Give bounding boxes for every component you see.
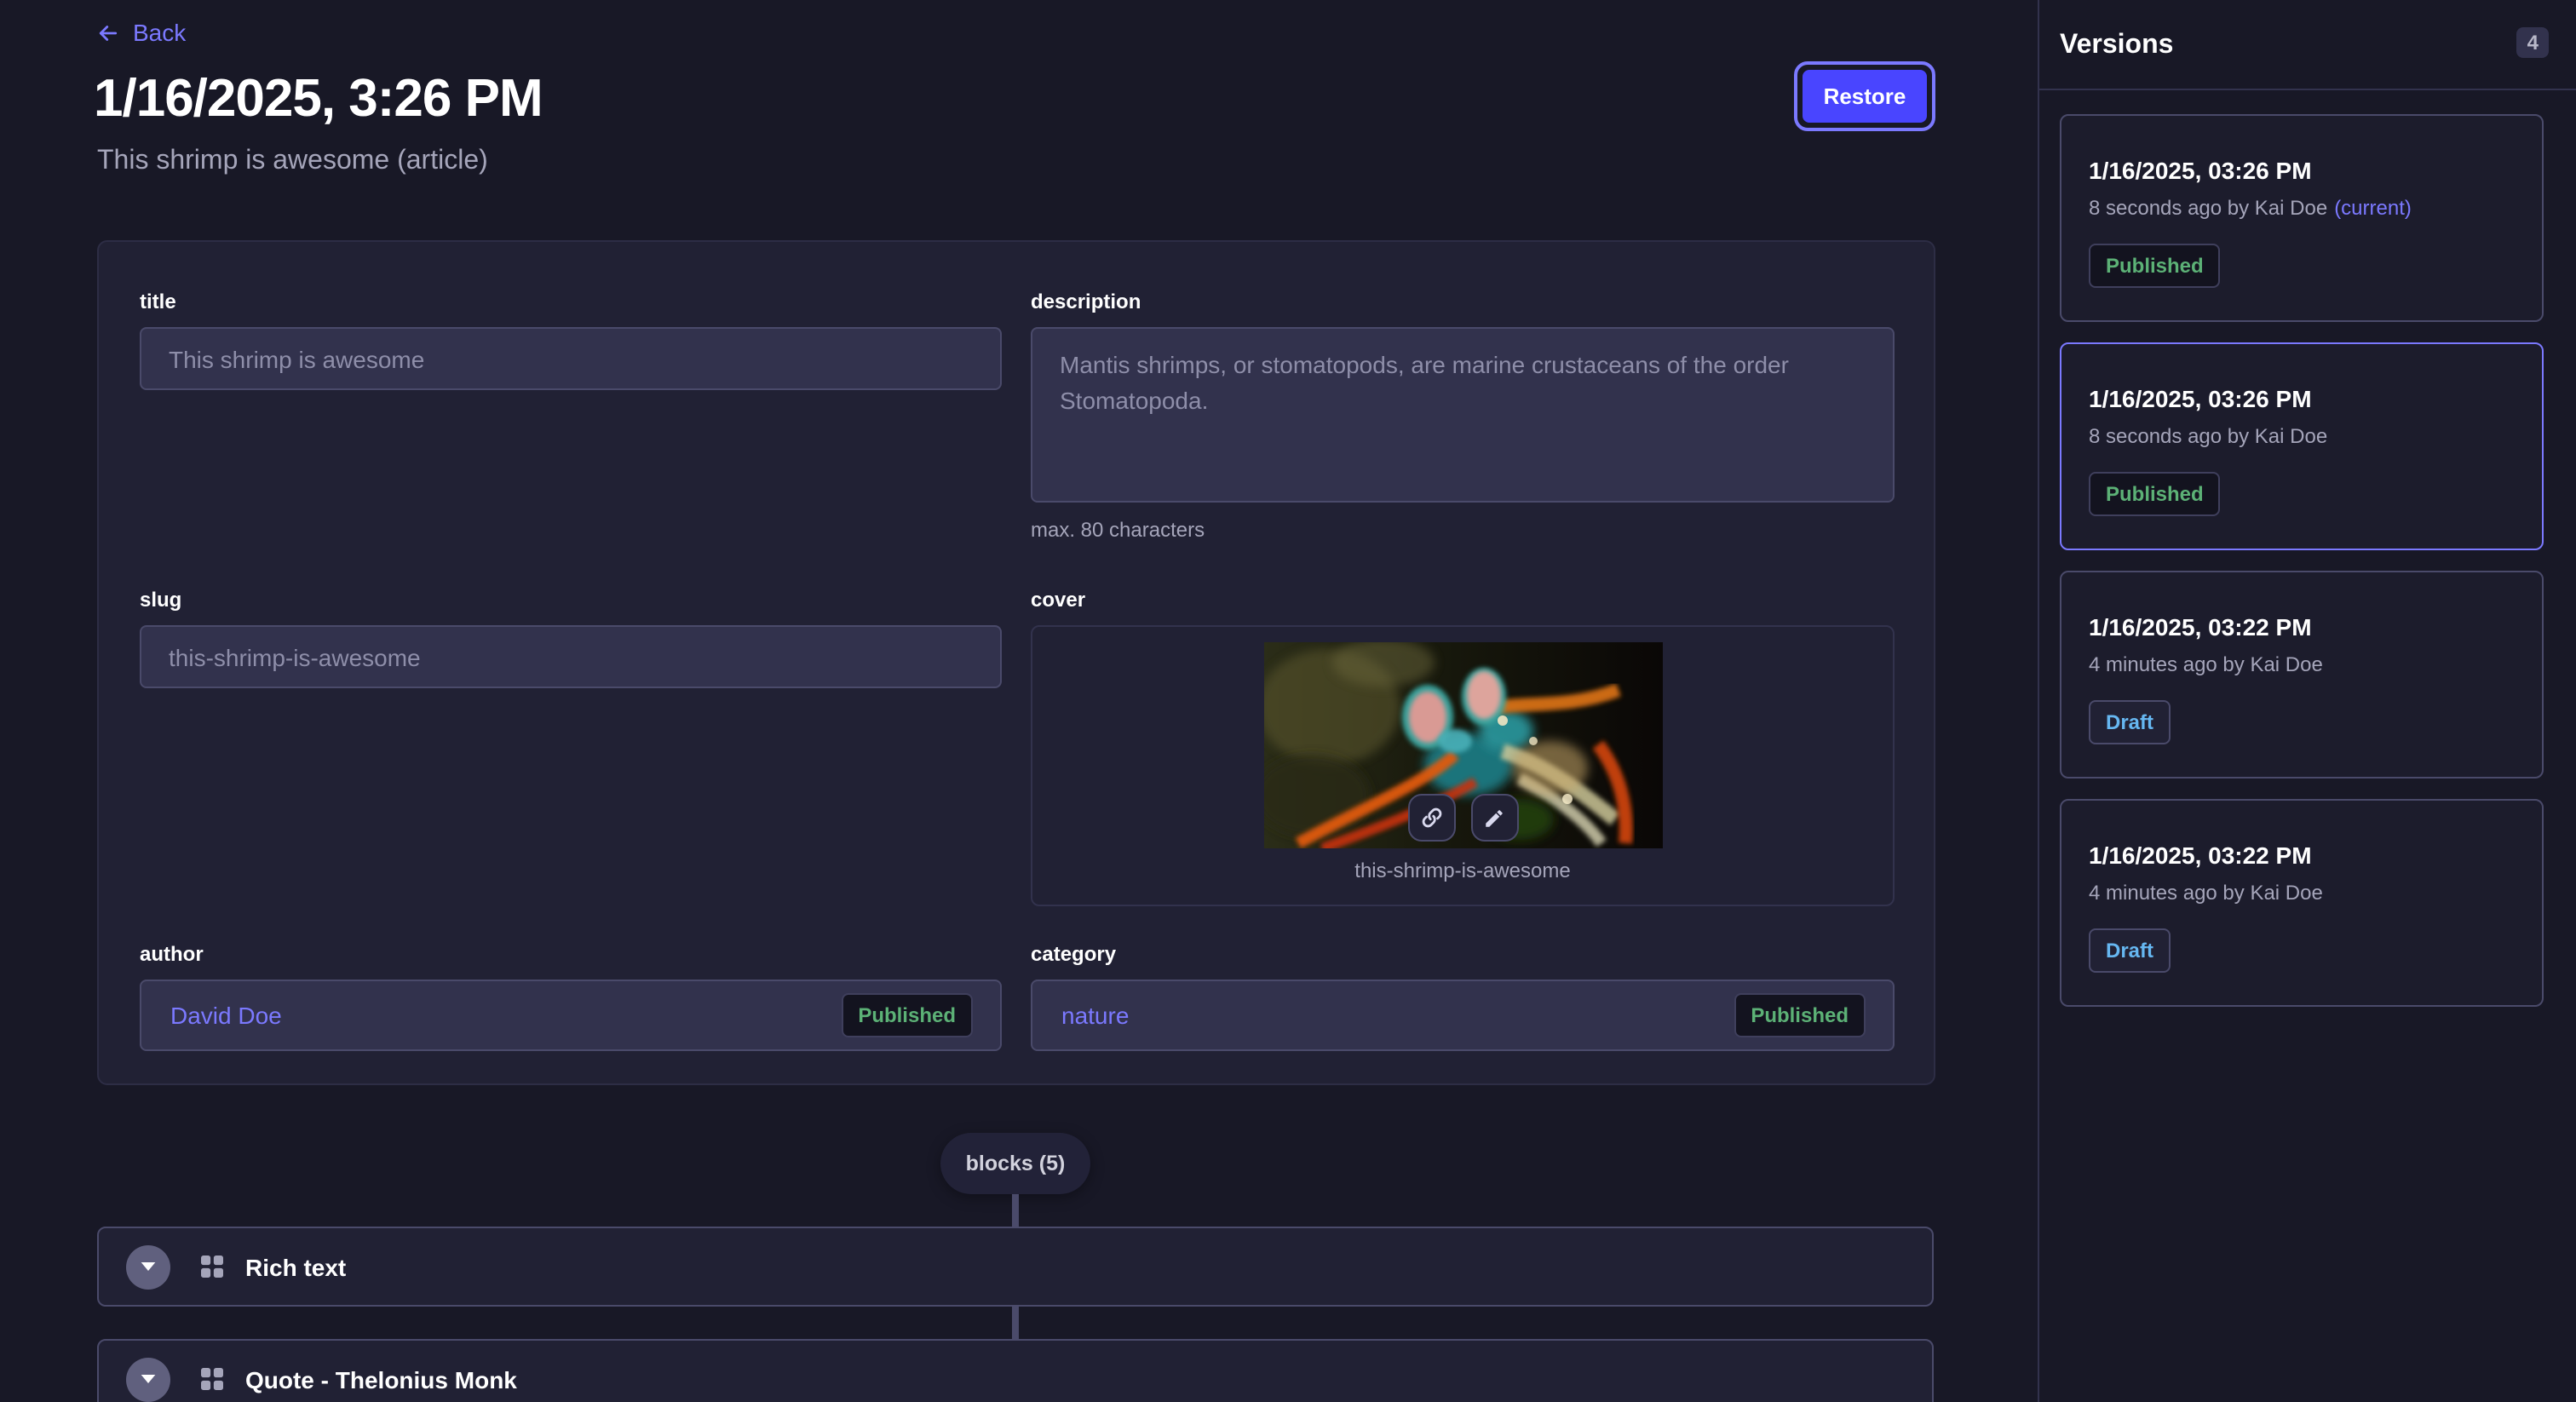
version-date: 1/16/2025, 03:22 PM: [2089, 613, 2515, 641]
version-meta: 8 seconds ago by Kai Doe: [2089, 424, 2515, 448]
page-subtitle: This shrimp is awesome (article): [97, 147, 488, 177]
version-meta: 4 minutes ago by Kai Doe: [2089, 652, 2515, 676]
back-label: Back: [133, 19, 186, 46]
slug-label: slug: [140, 588, 1002, 612]
version-date: 1/16/2025, 03:22 PM: [2089, 842, 2515, 869]
category-link[interactable]: nature: [1061, 1002, 1129, 1029]
back-link[interactable]: Back: [95, 19, 186, 46]
component-grid-icon: [201, 1368, 223, 1390]
version-card-selected[interactable]: 1/16/2025, 03:26 PM 8 seconds ago by Kai…: [2060, 342, 2544, 550]
block-title: Quote - Thelonius Monk: [245, 1365, 517, 1393]
version-meta: 8 seconds ago by Kai Doe(current): [2089, 196, 2515, 220]
author-status-badge: Published: [841, 993, 973, 1037]
version-status-badge: Published: [2089, 472, 2221, 516]
cover-media-card: this-shrimp-is-awesome: [1031, 625, 1895, 906]
version-history-page: Back 1/16/2025, 3:26 PM This shrimp is a…: [0, 0, 2576, 1402]
cover-filename: this-shrimp-is-awesome: [1032, 859, 1893, 882]
component-grid-icon: [201, 1255, 223, 1278]
author-link[interactable]: David Doe: [170, 1002, 282, 1029]
field-slug: slug this-shrimp-is-awesome: [140, 588, 1002, 688]
description-hint: max. 80 characters: [1031, 518, 1895, 542]
title-input: This shrimp is awesome: [140, 327, 1002, 390]
version-date: 1/16/2025, 03:26 PM: [2089, 385, 2515, 412]
author-relation-box: David Doe Published: [140, 980, 1002, 1051]
block-title: Rich text: [245, 1253, 346, 1280]
field-author: author David Doe Published: [140, 942, 1002, 1051]
version-fields-panel: title This shrimp is awesome description…: [97, 240, 1935, 1085]
field-category: category nature Published: [1031, 942, 1895, 1051]
version-status-badge: Draft: [2089, 700, 2171, 744]
title-label: title: [140, 290, 1002, 313]
chevron-down-icon: [140, 1373, 157, 1385]
field-title: title This shrimp is awesome: [140, 290, 1002, 390]
category-status-badge: Published: [1734, 993, 1866, 1037]
versions-header: Versions 4: [2039, 0, 2576, 90]
versions-count-badge: 4: [2517, 27, 2549, 58]
field-cover: cover: [1031, 588, 1895, 906]
version-card[interactable]: 1/16/2025, 03:22 PM 4 minutes ago by Kai…: [2060, 799, 2544, 1007]
current-tag: (current): [2334, 196, 2412, 220]
category-label: category: [1031, 942, 1895, 966]
block-row-rich-text: Rich text: [97, 1227, 1934, 1307]
version-status-badge: Published: [2089, 244, 2221, 288]
block-row-quote: Quote - Thelonius Monk: [97, 1339, 1934, 1402]
version-card[interactable]: 1/16/2025, 03:26 PM 8 seconds ago by Kai…: [2060, 114, 2544, 322]
version-date: 1/16/2025, 03:26 PM: [2089, 157, 2515, 184]
page-title: 1/16/2025, 3:26 PM: [94, 68, 543, 129]
copy-link-button[interactable]: [1407, 794, 1455, 842]
version-card[interactable]: 1/16/2025, 03:22 PM 4 minutes ago by Kai…: [2060, 571, 2544, 779]
pencil-icon: [1483, 807, 1505, 829]
versions-sidebar: Versions 4 1/16/2025, 03:26 PM 8 seconds…: [2038, 0, 2576, 1402]
slug-input: this-shrimp-is-awesome: [140, 625, 1002, 688]
restore-button-focus-ring: Restore: [1794, 61, 1935, 131]
restore-button[interactable]: Restore: [1803, 70, 1927, 123]
blocks-connector-line: [1012, 1307, 1019, 1339]
expand-block-button[interactable]: [126, 1357, 170, 1401]
cover-label: cover: [1031, 588, 1895, 612]
blocks-count-pill: blocks (5): [940, 1133, 1090, 1194]
arrow-left-icon: [95, 20, 121, 45]
edit-media-button[interactable]: [1470, 794, 1518, 842]
cover-actions: [1407, 794, 1518, 842]
blocks-connector-line: [1012, 1194, 1019, 1227]
version-meta: 4 minutes ago by Kai Doe: [2089, 881, 2515, 905]
chevron-down-icon: [140, 1261, 157, 1273]
category-relation-box: nature Published: [1031, 980, 1895, 1051]
description-label: description: [1031, 290, 1895, 313]
author-label: author: [140, 942, 1002, 966]
expand-block-button[interactable]: [126, 1244, 170, 1289]
field-description: description Mantis shrimps, or stomatopo…: [1031, 290, 1895, 542]
version-status-badge: Draft: [2089, 928, 2171, 973]
description-textarea: Mantis shrimps, or stomatopods, are mari…: [1031, 327, 1895, 503]
versions-title: Versions: [2060, 31, 2173, 61]
link-icon: [1419, 806, 1443, 830]
